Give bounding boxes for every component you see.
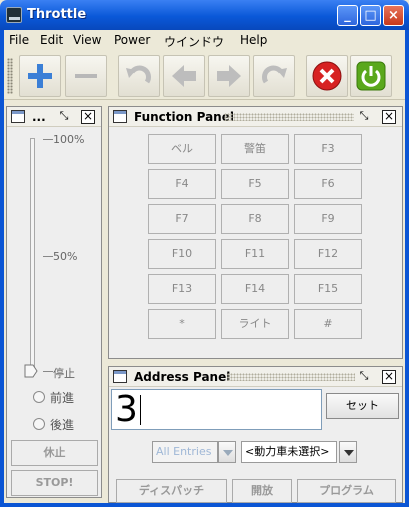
function-button-f7[interactable]: F7: [148, 204, 216, 234]
forward-arrow-icon: [217, 65, 241, 87]
function-panel-minimize-icon[interactable]: ⤡: [357, 110, 371, 124]
function-button-f8[interactable]: F8: [221, 204, 289, 234]
menu-bar: File Edit View Power ウインドウ Help: [4, 30, 405, 52]
function-button-f15[interactable]: F15: [294, 274, 362, 304]
function-button-f3[interactable]: F3: [294, 134, 362, 164]
function-button-f14[interactable]: F14: [221, 274, 289, 304]
tick-label-min: 停止: [53, 367, 75, 380]
back-arrow-icon: [172, 65, 196, 87]
window-titlebar[interactable]: Throttle _ □ ×: [0, 0, 409, 30]
function-panel-title: Function Panel: [134, 110, 234, 124]
add-icon: [28, 64, 52, 88]
roster-combo[interactable]: All Entries: [152, 441, 218, 463]
menu-window[interactable]: ウインドウ: [164, 33, 224, 50]
function-button-f12[interactable]: F12: [294, 239, 362, 269]
titlebar-grip: [227, 373, 355, 381]
function-button-f6[interactable]: F6: [294, 169, 362, 199]
function-button-f10[interactable]: F10: [148, 239, 216, 269]
tick-label-mid: 50%: [53, 250, 78, 263]
function-button-f5[interactable]: F5: [221, 169, 289, 199]
function-panel-close-icon[interactable]: ×: [382, 110, 396, 124]
function-button-f11[interactable]: F11: [221, 239, 289, 269]
loco-combo-arrow-icon[interactable]: [339, 441, 357, 463]
menu-view[interactable]: View: [73, 33, 101, 47]
menu-power[interactable]: Power: [114, 33, 150, 47]
reverse-label: 後進: [50, 418, 75, 432]
maximize-button[interactable]: □: [360, 5, 381, 26]
stop-speed-button[interactable]: STOP!: [11, 470, 98, 496]
window-border-left: [0, 30, 4, 507]
panel-frame-icon: [11, 110, 25, 123]
speed-slider-track[interactable]: [30, 138, 35, 370]
control-panel-close-icon[interactable]: ×: [81, 110, 95, 124]
program-button[interactable]: プログラム: [297, 479, 396, 503]
stop-icon: [312, 61, 342, 91]
control-panel-minimize-icon[interactable]: ⤡: [57, 110, 71, 124]
undo-button[interactable]: [118, 55, 160, 97]
address-input[interactable]: 3: [111, 389, 322, 430]
panel-frame-icon: [113, 370, 127, 383]
close-button[interactable]: ×: [383, 5, 404, 26]
forward-button[interactable]: [208, 55, 250, 97]
function-button-bell[interactable]: ベル: [148, 134, 216, 164]
address-panel-title: Address Panel: [134, 370, 231, 384]
titlebar-grip: [224, 113, 354, 121]
address-panel-minimize-icon[interactable]: ⤡: [357, 370, 371, 384]
function-button-light[interactable]: ライト: [221, 309, 289, 339]
roster-combo-arrow-icon[interactable]: [218, 441, 236, 463]
window-border-bottom: [0, 503, 409, 507]
window-border-right: [405, 30, 409, 507]
add-button[interactable]: [19, 55, 61, 97]
function-button-f13[interactable]: F13: [148, 274, 216, 304]
text-caret: [140, 395, 141, 425]
menu-edit[interactable]: Edit: [40, 33, 63, 47]
function-button-f9[interactable]: F9: [294, 204, 362, 234]
tick-line-min: [43, 371, 53, 372]
address-value: 3: [115, 389, 138, 430]
address-panel-titlebar[interactable]: Address Panel ⤡ ×: [109, 367, 402, 387]
function-button-f4[interactable]: F4: [148, 169, 216, 199]
window-title: Throttle: [27, 7, 87, 22]
dispatch-button[interactable]: ディスパッチ: [116, 479, 227, 503]
reverse-radio[interactable]: [33, 418, 45, 430]
stop-button[interactable]: [306, 55, 348, 97]
forward-label: 前進: [50, 391, 75, 405]
remove-icon: [75, 74, 97, 78]
tick-label-max: 100%: [53, 133, 85, 146]
menu-file[interactable]: File: [9, 33, 29, 47]
loco-combo[interactable]: <動力車未選択>: [241, 441, 337, 463]
control-panel-titlebar[interactable]: ... ⤡ ×: [7, 107, 101, 127]
set-button[interactable]: セット: [326, 393, 399, 419]
app-icon: [6, 7, 22, 23]
forward-radio[interactable]: [33, 391, 45, 403]
menu-help[interactable]: Help: [240, 33, 267, 47]
undo-icon: [126, 65, 151, 84]
back-button[interactable]: [163, 55, 205, 97]
function-button-hash[interactable]: #: [294, 309, 362, 339]
toolbar: [4, 52, 405, 100]
tick-line-mid: [43, 256, 53, 257]
tick-line-max: [43, 139, 53, 140]
power-icon: [356, 61, 386, 91]
speed-slider-thumb[interactable]: [24, 364, 38, 378]
minimize-button[interactable]: _: [337, 5, 358, 26]
function-button-star[interactable]: *: [148, 309, 216, 339]
redo-icon: [262, 65, 287, 84]
control-panel-title: ...: [32, 110, 46, 124]
panel-frame-icon: [113, 110, 127, 123]
release-button[interactable]: 開放: [232, 479, 292, 503]
toolbar-grip[interactable]: [7, 58, 13, 94]
address-panel-close-icon[interactable]: ×: [382, 370, 396, 384]
function-panel-titlebar[interactable]: Function Panel ⤡ ×: [109, 107, 402, 127]
power-button[interactable]: [350, 55, 392, 97]
remove-button[interactable]: [65, 55, 107, 97]
function-button-horn[interactable]: 警笛: [221, 134, 289, 164]
idle-button[interactable]: 休止: [11, 440, 98, 466]
redo-button[interactable]: [253, 55, 295, 97]
